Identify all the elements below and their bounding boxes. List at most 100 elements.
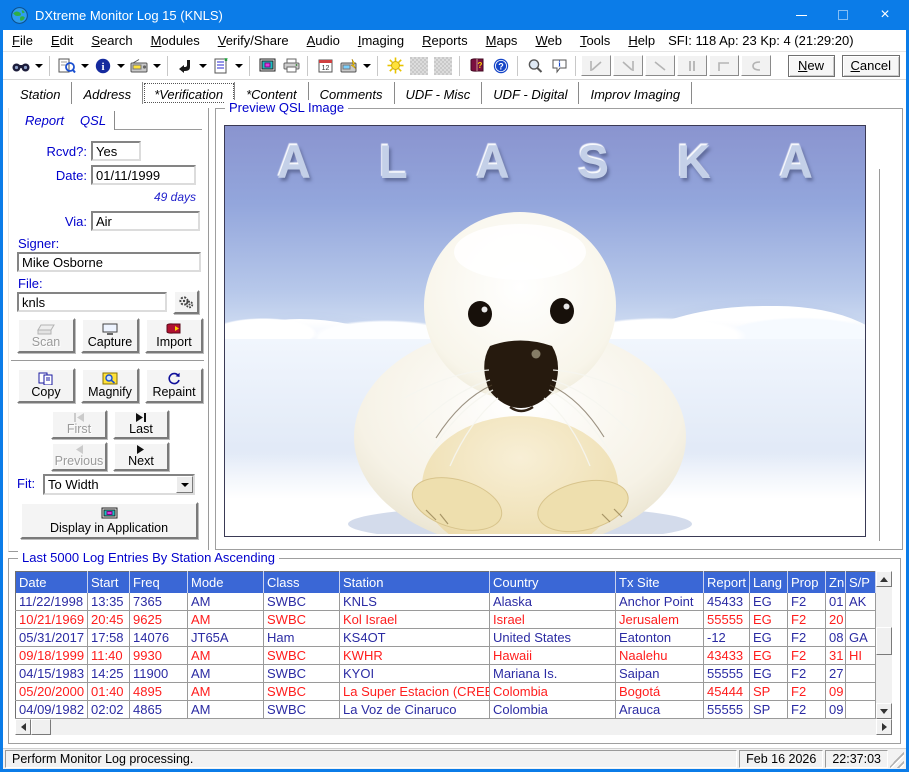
tab-udf-digital[interactable]: UDF - Digital [482,82,579,104]
horizontal-scroll-thumb[interactable] [31,719,51,735]
display-in-application-button[interactable]: Display in Application [20,502,198,539]
qsl-image: ALASKA [224,125,866,537]
tab-station[interactable]: Station [9,82,72,104]
tab-udf-misc[interactable]: UDF - Misc [395,82,483,104]
column-header-start[interactable]: Start [88,572,130,593]
search-records-dropdown[interactable] [79,54,91,78]
signer-label: Signer: [18,236,59,251]
app-globe-icon [11,7,28,24]
fit-dropdown-button[interactable] [176,476,193,493]
radio-event-icon[interactable] [337,54,361,78]
menu-item-tools[interactable]: Tools [571,31,619,50]
report-notes-icon[interactable]: * [209,54,233,78]
goto-icon[interactable] [173,54,197,78]
date-label: Date: [9,168,87,183]
rcvd-field[interactable] [91,141,141,161]
whats-this-icon[interactable]: i [547,54,571,78]
help-icon[interactable]: ? [489,54,513,78]
vertical-scroll-thumb[interactable] [876,627,892,655]
last-button[interactable]: Last [113,410,169,439]
scroll-down-button[interactable] [876,703,892,719]
via-field[interactable] [91,211,200,231]
column-header-class[interactable]: Class [264,572,340,593]
table-row[interactable]: 05/20/200001:404895AMSWBCLa Super Estaci… [16,683,876,701]
horizontal-scroll-track[interactable] [51,719,876,735]
next-button[interactable]: Next [113,442,169,471]
signer-field[interactable] [17,252,201,272]
column-header-zn[interactable]: Zn [826,572,846,593]
menu-item-web[interactable]: Web [526,31,571,50]
scroll-up-button[interactable] [876,571,892,587]
table-row[interactable]: 10/21/196920:459625AMSWBCKol IsraelIsrae… [16,611,876,629]
subtab-qsl[interactable]: QSL [72,111,115,130]
menu-item-maps[interactable]: Maps [477,31,527,50]
tab-improv-imaging[interactable]: Improv Imaging [579,82,692,104]
tab-address[interactable]: Address [72,82,143,104]
column-header-s-p[interactable]: S/P [846,572,876,593]
horizontal-scrollbar[interactable] [15,719,892,735]
column-header-country[interactable]: Country [490,572,616,593]
logbook-help-icon[interactable]: ? [465,54,489,78]
resize-grip[interactable] [890,750,904,768]
info-icon[interactable]: i [91,54,115,78]
radio-icon[interactable] [127,54,151,78]
copy-button[interactable]: Copy [17,368,75,403]
file-field[interactable] [17,292,167,312]
scroll-right-button[interactable] [876,719,892,735]
menu-item-modules[interactable]: Modules [142,31,209,50]
table-row[interactable]: 05/31/201717:5814076JT65AHamKS4OTUnited … [16,629,876,647]
close-button[interactable]: × [864,0,906,30]
fit-combobox[interactable]: To Width [43,474,195,495]
seal-illustration [340,194,700,534]
menu-item-audio[interactable]: Audio [298,31,349,50]
column-header-mode[interactable]: Mode [188,572,264,593]
zoom-icon[interactable] [523,54,547,78]
image-window-icon[interactable] [255,54,279,78]
subtab-report[interactable]: Report [17,111,72,130]
find-logs-icon[interactable] [9,54,33,78]
table-row[interactable]: 11/22/199813:357365AMSWBCKNLSAlaskaAncho… [16,593,876,611]
log-body: 11/22/199813:357365AMSWBCKNLSAlaskaAncho… [16,593,876,719]
column-header-report[interactable]: Report [704,572,750,593]
column-header-freq[interactable]: Freq [130,572,188,593]
table-row[interactable]: 04/15/198314:2511900AMSWBCKYOIMariana Is… [16,665,876,683]
menu-item-search[interactable]: Search [82,31,141,50]
radio-event-dropdown[interactable] [361,54,373,78]
menu-item-verify-share[interactable]: Verify/Share [209,31,298,50]
svg-text:i: i [101,61,104,73]
menu-item-help[interactable]: Help [619,31,664,50]
column-header-date[interactable]: Date [16,572,88,593]
new-button[interactable]: New [788,55,835,77]
find-logs-dropdown[interactable] [33,54,45,78]
tab-verification[interactable]: *Verification [143,82,235,104]
menu-item-imaging[interactable]: Imaging [349,31,413,50]
print-icon[interactable] [279,54,303,78]
scroll-left-button[interactable] [15,719,31,735]
table-row[interactable]: 09/18/199911:409930AMSWBCKWHRHawaiiNaale… [16,647,876,665]
column-header-prop[interactable]: Prop [788,572,826,593]
file-options-button[interactable] [173,290,199,314]
cancel-button[interactable]: Cancel [842,55,900,77]
column-header-lang[interactable]: Lang [750,572,788,593]
repaint-button[interactable]: Repaint [145,368,203,403]
radio-dropdown[interactable] [151,54,163,78]
minimize-button[interactable] [780,0,822,30]
vertical-scrollbar[interactable] [876,571,892,719]
menu-item-edit[interactable]: Edit [42,31,82,50]
info-dropdown[interactable] [115,54,127,78]
magnify-icon [102,372,118,385]
magnify-button[interactable]: Magnify [81,368,139,403]
menu-item-file[interactable]: File [3,31,42,50]
import-button[interactable]: Import [145,318,203,353]
table-row[interactable]: 04/09/198202:024865AMSWBCLa Voz de Cinar… [16,701,876,719]
search-records-icon[interactable] [55,54,79,78]
date-field[interactable] [91,165,196,185]
solar-icon[interactable] [383,54,407,78]
report-notes-dropdown[interactable] [233,54,245,78]
capture-button[interactable]: Capture [81,318,139,353]
column-header-station[interactable]: Station [340,572,490,593]
goto-dropdown[interactable] [197,54,209,78]
column-header-tx-site[interactable]: Tx Site [616,572,704,593]
menu-item-reports[interactable]: Reports [413,31,477,50]
schedule-icon[interactable]: 12 [313,54,337,78]
